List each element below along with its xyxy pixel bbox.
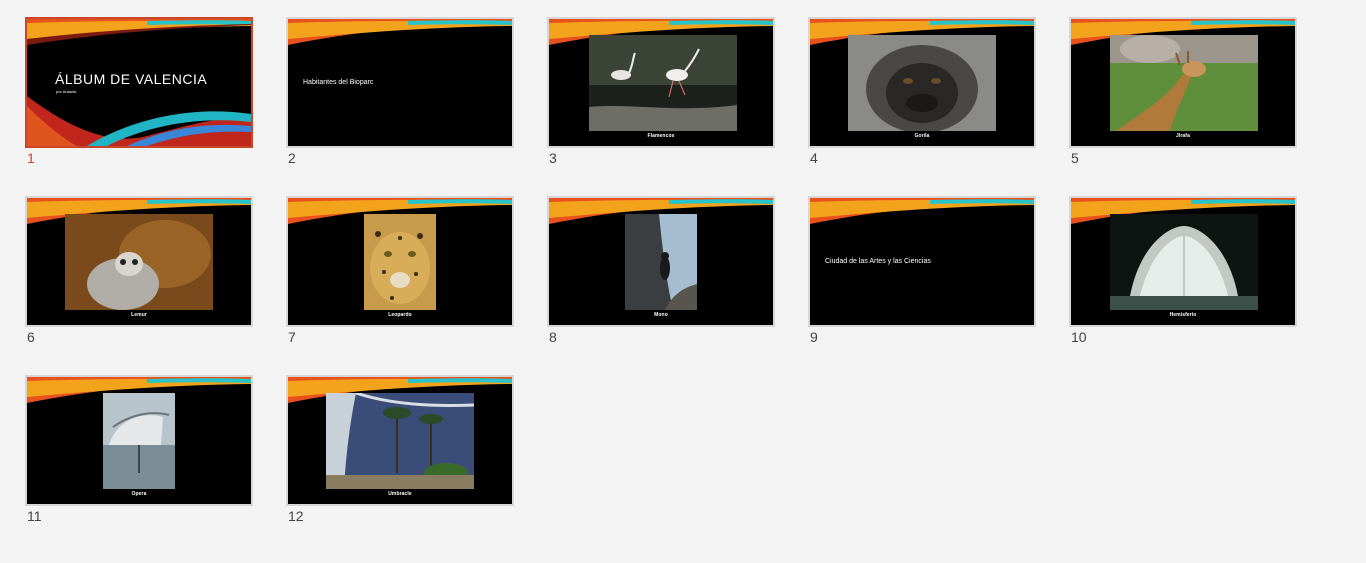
slide-thumbnail[interactable]: Flamencos (547, 17, 775, 148)
header-swoosh (810, 198, 1034, 224)
hemisferic-photo (1110, 214, 1258, 310)
slide-thumbnail[interactable]: Habitantes del Bioparc (286, 17, 514, 148)
slide-number: 7 (288, 329, 296, 345)
slide-caption: Jirafa (1176, 133, 1190, 139)
lemur-photo (65, 214, 213, 310)
slide-12[interactable]: Umbracle 12 (286, 375, 514, 527)
footer-swoosh (27, 96, 251, 146)
gorilla-photo (848, 35, 996, 131)
slide-thumbnail[interactable]: Lemur (25, 196, 253, 327)
slide-6[interactable]: Lemur 6 (25, 196, 253, 348)
slide-thumbnail[interactable]: ÁLBUM DE VALENCIA por Aulaclic (25, 17, 253, 148)
section-title: Habitantes del Bioparc (303, 79, 374, 86)
slide-thumbnail[interactable]: Leopardo (286, 196, 514, 327)
giraffe-photo (1110, 35, 1258, 131)
slide-thumbnail[interactable]: Jirafa (1069, 17, 1297, 148)
slide-sorter: ÁLBUM DE VALENCIA por Aulaclic 1 Habitan… (0, 0, 1366, 563)
slide-thumbnail[interactable]: Ciudad de las Artes y las Ciencias (808, 196, 1036, 327)
slide-9[interactable]: Ciudad de las Artes y las Ciencias 9 (808, 196, 1036, 348)
slide-number: 12 (288, 508, 304, 524)
slide-number: 2 (288, 150, 296, 166)
slide-caption: Flamencos (647, 133, 675, 139)
slide-2[interactable]: Habitantes del Bioparc 2 (286, 17, 514, 169)
slide-caption: Opera (131, 491, 147, 497)
slide-number: 10 (1071, 329, 1087, 345)
slide-10[interactable]: Hemisferio 10 (1069, 196, 1297, 348)
slide-thumbnail[interactable]: Mono (547, 196, 775, 327)
slide-title: ÁLBUM DE VALENCIA (55, 71, 208, 87)
slide-thumbnail[interactable]: Umbracle (286, 375, 514, 506)
header-swoosh (27, 19, 251, 45)
slide-thumbnail[interactable]: Gorila (808, 17, 1036, 148)
slide-number: 9 (810, 329, 818, 345)
leopard-photo (364, 214, 436, 310)
slide-caption: Hemisferio (1169, 312, 1197, 318)
slide-caption: Umbracle (388, 491, 412, 497)
slide-8[interactable]: Mono 8 (547, 196, 775, 348)
opera-photo (103, 393, 175, 489)
slide-number: 1 (27, 150, 35, 166)
slide-caption: Lemur (131, 312, 147, 318)
slide-11[interactable]: Opera 11 (25, 375, 253, 527)
flamingos-photo (589, 35, 737, 131)
slide-number: 11 (27, 508, 42, 524)
section-title: Ciudad de las Artes y las Ciencias (825, 258, 931, 265)
slide-thumbnail[interactable]: Hemisferio (1069, 196, 1297, 327)
slide-number: 6 (27, 329, 35, 345)
slide-subtitle: por Aulaclic (56, 89, 77, 94)
slide-7[interactable]: Leopardo 7 (286, 196, 514, 348)
slide-5[interactable]: Jirafa 5 (1069, 17, 1297, 169)
slide-number: 5 (1071, 150, 1079, 166)
slide-number: 8 (549, 329, 557, 345)
slide-4[interactable]: Gorila 4 (808, 17, 1036, 169)
slide-thumbnail[interactable]: Opera (25, 375, 253, 506)
header-swoosh (288, 19, 512, 45)
slide-caption: Leopardo (388, 312, 412, 318)
slide-1[interactable]: ÁLBUM DE VALENCIA por Aulaclic 1 (25, 17, 253, 169)
slide-3[interactable]: Flamencos 3 (547, 17, 775, 169)
monkey-photo (625, 214, 697, 310)
slide-caption: Mono (654, 312, 668, 318)
slide-caption: Gorila (914, 133, 930, 139)
slide-number: 3 (549, 150, 557, 166)
umbracle-photo (326, 393, 474, 489)
slide-number: 4 (810, 150, 818, 166)
